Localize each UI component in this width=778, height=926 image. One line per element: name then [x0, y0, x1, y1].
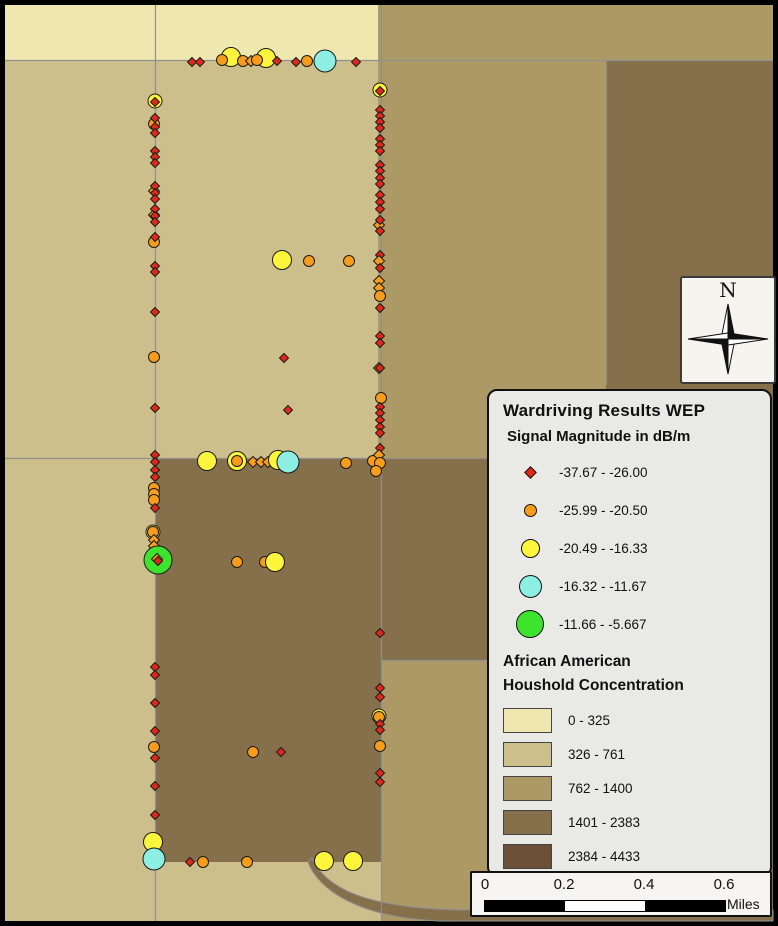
- legend-household-row: 2384 - 4433: [501, 839, 758, 873]
- tract-region-block-lower: [155, 660, 381, 862]
- household-swatch: [503, 775, 552, 801]
- scale-bar: 0 0.2 0.4 0.6 Miles: [470, 871, 772, 917]
- tract-region-top-right: [378, 5, 773, 60]
- cyan-circle-icon: [518, 574, 542, 598]
- scale-tick: 0: [480, 876, 490, 893]
- scale-segment: [485, 901, 565, 911]
- legend-signal-row: -11.66 - -5.667: [501, 605, 758, 643]
- orange-circle-icon: [523, 503, 537, 517]
- signal-class-label: -20.49 - -16.33: [559, 540, 648, 556]
- yellow-circle-icon: [520, 538, 540, 558]
- legend-subtitle: Signal Magnitude in dB/m: [507, 428, 691, 445]
- scale-segment: [565, 901, 645, 911]
- household-swatch: [503, 707, 552, 733]
- north-arrow: N: [680, 276, 776, 384]
- map-export-canvas: N Wardriving Results WEP Signal Magnitud…: [0, 0, 778, 926]
- scale-tick: 0.6: [713, 876, 735, 893]
- household-class-label: 326 - 761: [568, 746, 626, 762]
- compass-star-icon: [687, 303, 769, 375]
- scale-tick: 0.4: [633, 876, 655, 893]
- map-legend: Wardriving Results WEP Signal Magnitude …: [487, 389, 772, 877]
- household-class-label: 0 - 325: [568, 712, 611, 728]
- signal-class-label: -25.99 - -20.50: [559, 502, 648, 518]
- household-title-line1: African American: [503, 653, 631, 670]
- household-swatch: [503, 741, 552, 767]
- legend-title: Wardriving Results WEP: [503, 401, 706, 420]
- north-label: N: [719, 278, 737, 302]
- household-title-line2: Houshold Concentration: [503, 677, 684, 694]
- legend-household-row: 762 - 1400: [501, 771, 758, 805]
- legend-household-row: 0 - 325: [501, 703, 758, 737]
- legend-signal-row: -20.49 - -16.33: [501, 529, 758, 567]
- household-swatch: [503, 809, 552, 835]
- legend-signal-row: -37.67 - -26.00: [501, 453, 758, 491]
- signal-class-label: -11.66 - -5.667: [559, 616, 647, 632]
- scale-segment: [645, 901, 725, 911]
- legend-household-row: 326 - 761: [501, 737, 758, 771]
- household-class-label: 1401 - 2383: [568, 814, 641, 830]
- scale-unit-label: Miles: [727, 896, 760, 912]
- legend-signal-row: -25.99 - -20.50: [501, 491, 758, 529]
- red-diamond-icon: [523, 465, 537, 479]
- scale-tick: 0.2: [553, 876, 575, 893]
- household-class-label: 762 - 1400: [568, 780, 633, 796]
- scale-bar-segments: [484, 900, 726, 912]
- signal-class-label: -37.67 - -26.00: [559, 464, 648, 480]
- household-class-label: 2384 - 4433: [568, 848, 641, 864]
- household-swatch: [503, 843, 552, 869]
- green-circle-icon: [516, 610, 544, 638]
- legend-signal-row: -16.32 - -11.67: [501, 567, 758, 605]
- tract-region-top-yellow: [5, 5, 378, 60]
- signal-class-label: -16.32 - -11.67: [559, 578, 647, 594]
- legend-household-row: 1401 - 2383: [501, 805, 758, 839]
